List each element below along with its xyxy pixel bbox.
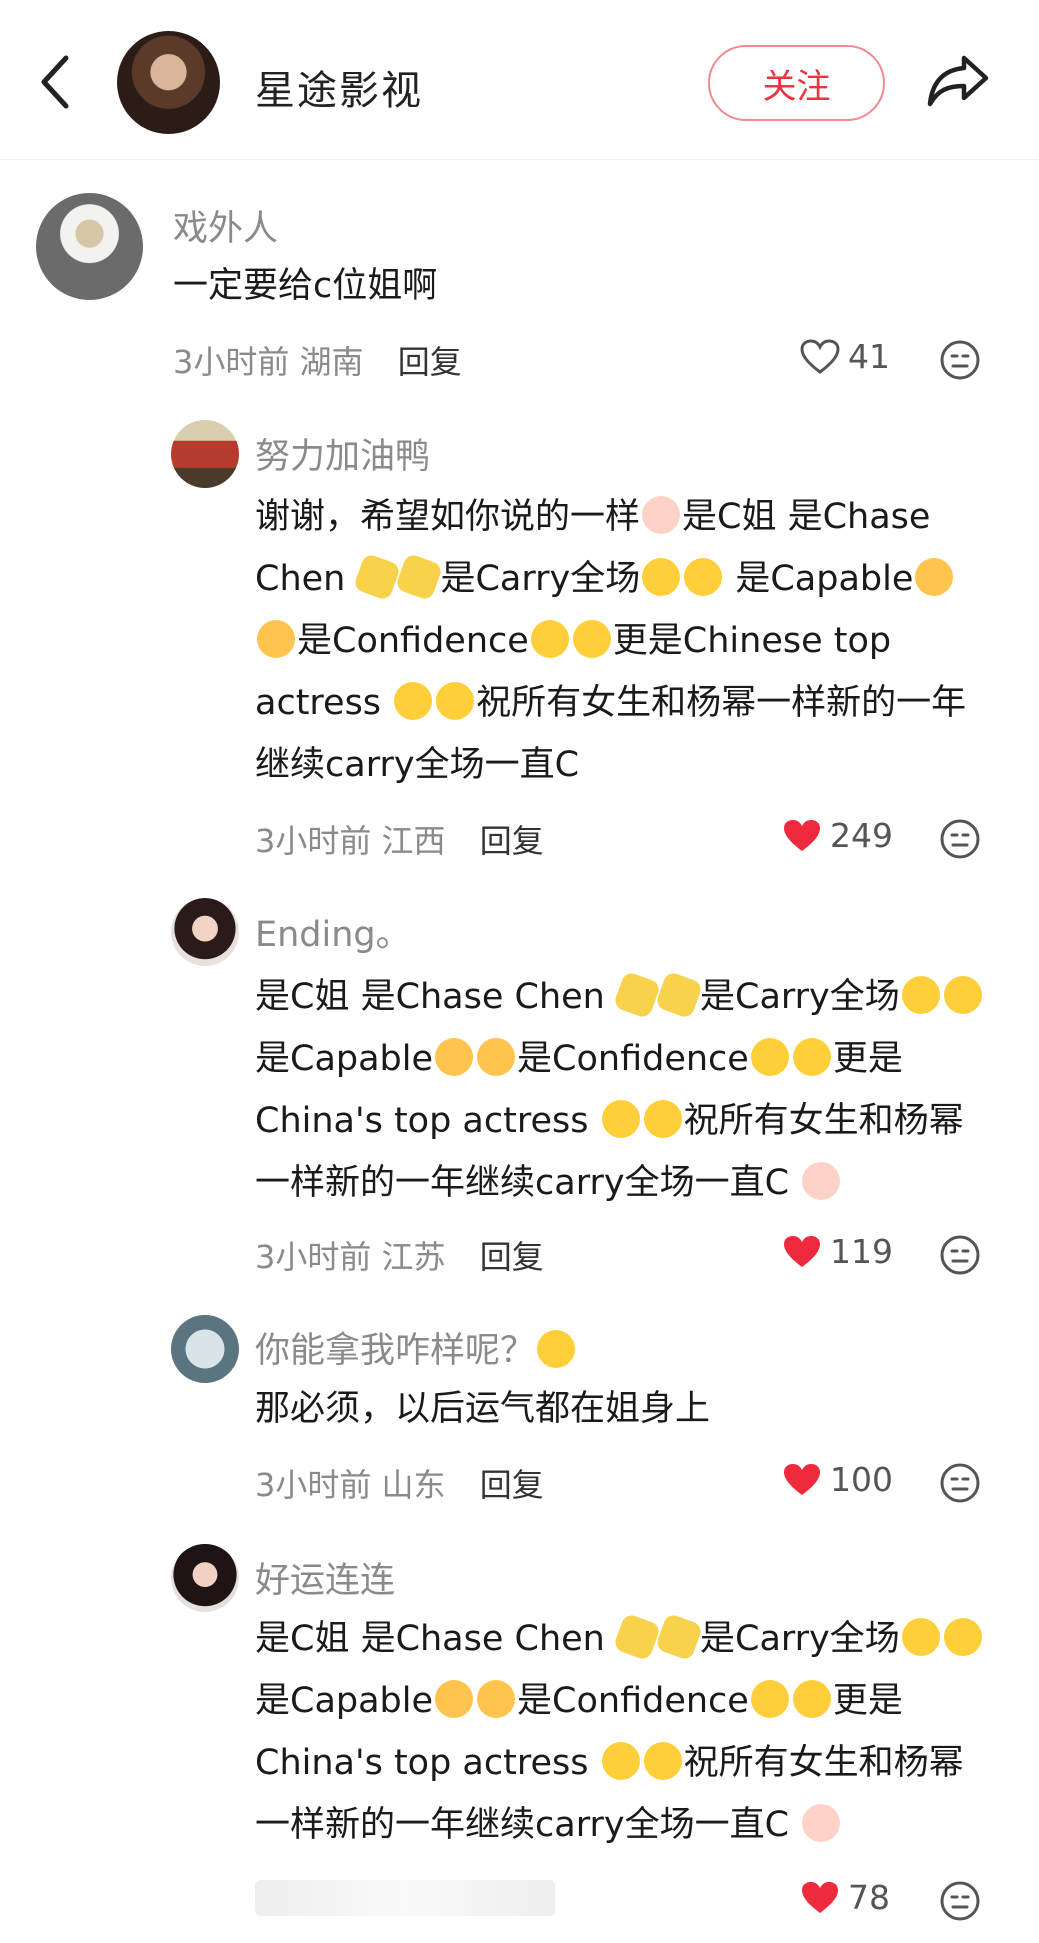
comment-time: 3小时前 — [255, 1466, 372, 1504]
nail-polish-emoji-icon — [395, 552, 444, 602]
party-face-emoji-icon — [394, 682, 433, 720]
winking-tongue-emoji-icon — [642, 558, 681, 596]
smiling-hearts-emoji-icon — [435, 1038, 474, 1076]
comment-time: 3小时前 — [173, 343, 290, 381]
heart-filled-icon — [784, 1235, 820, 1267]
nail-polish-emoji-icon — [654, 1612, 704, 1662]
account-avatar[interactable] — [117, 31, 220, 134]
like-button[interactable]: 249 — [782, 816, 893, 855]
nail-polish-emoji-icon — [612, 1612, 662, 1662]
comment-text: 谢谢，希望如你说的一样 是C姐 是Chase Chen 是Carry全场 是Cap… — [255, 496, 967, 785]
party-face-emoji-icon — [643, 1100, 682, 1138]
yum-emoji-icon — [792, 1680, 831, 1718]
smiling-hearts-emoji-icon — [477, 1038, 516, 1076]
comment-text: 那必须，以后运气都在姐身上 — [255, 1389, 711, 1429]
back-arrow-icon[interactable] — [36, 52, 76, 112]
smiling-hearts-emoji-icon — [915, 558, 954, 596]
yum-emoji-icon — [572, 620, 611, 658]
winking-tongue-emoji-icon — [684, 558, 723, 596]
comment-username[interactable]: 好运连连 — [255, 1552, 395, 1603]
comment-meta: 3小时前 湖南 回复 — [173, 337, 462, 383]
winking-tongue-emoji-icon — [943, 1618, 982, 1656]
heart-filled-icon — [802, 1881, 838, 1913]
like-count: 119 — [830, 1232, 893, 1271]
avatar[interactable] — [171, 1544, 239, 1612]
pleading-emoji-icon — [802, 1804, 841, 1842]
share-icon[interactable] — [926, 52, 990, 108]
reply-button[interactable]: 回复 — [480, 1238, 544, 1276]
nail-polish-emoji-icon — [654, 970, 704, 1020]
avatar[interactable] — [171, 898, 239, 966]
party-face-emoji-icon — [643, 1742, 682, 1780]
heart-filled-icon — [784, 819, 820, 851]
smiling-hearts-emoji-icon — [257, 620, 295, 658]
heart-outline-icon — [800, 338, 840, 374]
comment-username[interactable]: 戏外人 — [173, 200, 278, 251]
party-face-emoji-icon — [601, 1742, 640, 1780]
like-button[interactable]: 41 — [800, 337, 890, 376]
comment-text: 是C姐 是Chase Chen 是Carry全场 是Capable 是Confid… — [255, 1608, 995, 1856]
comment-location: 江苏 — [381, 1238, 446, 1276]
comment-meta: 3小时前 山东 回复 — [255, 1460, 544, 1506]
follow-button[interactable]: 关注 — [708, 45, 885, 121]
yum-emoji-icon — [792, 1038, 831, 1076]
comment-time: 3小时前 — [255, 822, 372, 860]
yum-emoji-icon — [750, 1680, 789, 1718]
party-face-emoji-icon — [601, 1100, 640, 1138]
top-bar: 星途影视 关注 — [0, 0, 1039, 160]
party-face-emoji-icon — [436, 682, 475, 720]
emoji-react-icon[interactable] — [938, 817, 982, 861]
comment-username[interactable]: Ending。 — [255, 906, 411, 957]
nail-polish-emoji-icon — [353, 552, 402, 602]
comment-meta: 3小时前 江西 回复 — [255, 816, 544, 862]
pleading-emoji-icon — [802, 1162, 841, 1200]
comment-time: 3小时前 — [255, 1238, 372, 1276]
comment-username[interactable]: 努力加油鸭 — [255, 428, 430, 479]
comment-location: 湖南 — [299, 343, 364, 381]
winking-tongue-emoji-icon — [901, 1618, 940, 1656]
like-button[interactable]: 100 — [782, 1460, 893, 1499]
squinting-tongue-emoji-icon — [537, 1330, 576, 1368]
heart-filled-icon — [784, 1463, 820, 1495]
blurred-meta — [255, 1880, 555, 1916]
emoji-react-icon[interactable] — [938, 1879, 982, 1923]
comment-text: 是C姐 是Chase Chen 是Carry全场 是Capable 是Confid… — [255, 966, 995, 1214]
emoji-react-icon[interactable] — [938, 1461, 982, 1505]
comment-location: 山东 — [381, 1466, 446, 1504]
emoji-react-icon[interactable] — [938, 1233, 982, 1277]
comment-text: 一定要给c位姐啊 — [173, 266, 438, 306]
yum-emoji-icon — [750, 1038, 789, 1076]
avatar[interactable] — [171, 1315, 239, 1383]
winking-tongue-emoji-icon — [901, 976, 940, 1014]
emoji-react-icon[interactable] — [938, 338, 982, 382]
smiling-hearts-emoji-icon — [435, 1680, 474, 1718]
reply-button[interactable]: 回复 — [480, 822, 544, 860]
winking-tongue-emoji-icon — [943, 976, 982, 1014]
avatar[interactable] — [171, 420, 239, 488]
avatar[interactable] — [36, 193, 143, 300]
like-button[interactable]: 119 — [782, 1232, 893, 1271]
like-count: 78 — [848, 1878, 890, 1917]
reply-button[interactable]: 回复 — [480, 1466, 544, 1504]
comment-location: 江西 — [381, 822, 446, 860]
like-button[interactable]: 78 — [800, 1878, 890, 1917]
nail-polish-emoji-icon — [612, 970, 662, 1020]
pleading-emoji-icon — [642, 496, 681, 534]
like-count: 249 — [830, 816, 893, 855]
smiling-hearts-emoji-icon — [477, 1680, 516, 1718]
reply-button[interactable]: 回复 — [398, 343, 462, 381]
yum-emoji-icon — [530, 620, 569, 658]
comment-meta: 3小时前 江苏 回复 — [255, 1232, 544, 1278]
like-count: 100 — [830, 1460, 893, 1499]
comment-username[interactable]: 你能拿我咋样呢？ — [255, 1322, 577, 1373]
account-name[interactable]: 星途影视 — [255, 58, 423, 116]
like-count: 41 — [848, 337, 890, 376]
